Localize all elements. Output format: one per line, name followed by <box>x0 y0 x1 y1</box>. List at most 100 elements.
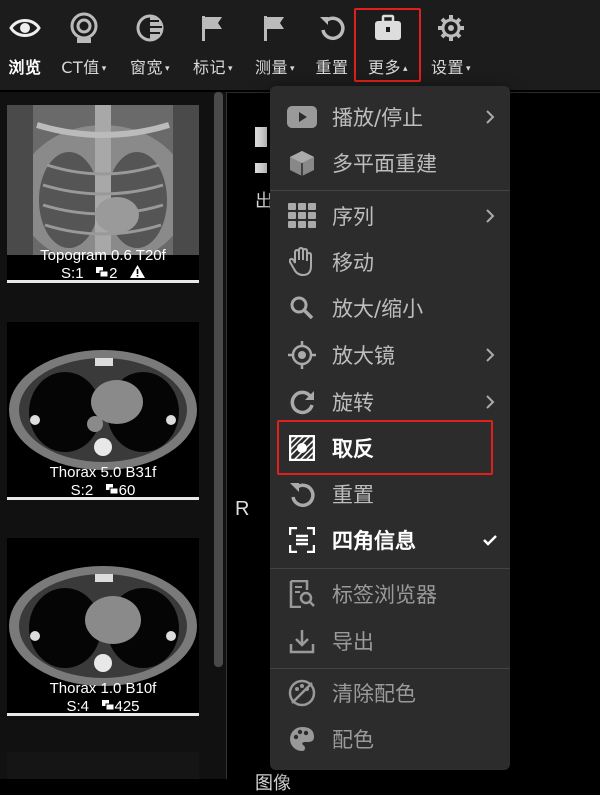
toolbar-reset-label: 重置 <box>315 58 349 77</box>
menu-item-color[interactable]: 配色 <box>270 716 510 762</box>
menu-item-label: 序列 <box>332 205 374 229</box>
chevron-right-icon <box>486 395 495 409</box>
corner-info-text: 图像 <box>255 773 291 794</box>
series-thumbnail[interactable] <box>7 752 199 779</box>
palette-icon <box>286 724 318 754</box>
caret-down-icon: ▾ <box>164 64 171 74</box>
export-icon <box>286 626 318 656</box>
toolbar-measure-label: 测量 <box>254 58 288 77</box>
menu-item-label: 播放/停止 <box>332 106 424 130</box>
toolbar-more-label: 更多 <box>367 58 401 77</box>
eye-icon <box>8 11 42 45</box>
menu-item-label: 多平面重建 <box>332 152 437 176</box>
chevron-right-icon <box>486 209 495 223</box>
caret-down-icon: ▾ <box>289 64 296 74</box>
series-load-bar <box>7 497 199 500</box>
tag-browser-icon <box>286 579 318 609</box>
reset-icon <box>286 479 318 509</box>
toolbar-more-button[interactable]: 更多 ▴ <box>360 0 416 90</box>
toolbar: 浏览 CT值 ▾ 窗宽 ▾ 标记 ▾ 测量 ▾ 重置 更多 ▴ 设置 ▾ <box>0 0 600 90</box>
corner-info-text <box>255 163 267 173</box>
corner-info-text <box>255 127 267 147</box>
flag-icon <box>196 11 230 45</box>
caret-down-icon: ▾ <box>227 64 234 74</box>
series-name: Thorax 5.0 B31f <box>49 464 157 481</box>
toolbar-settings-button[interactable]: 设置 ▾ <box>426 0 476 90</box>
menu-divider <box>270 568 510 569</box>
menu-item-tag-browser[interactable]: 标签浏览器 <box>270 571 510 617</box>
menu-item-pan[interactable]: 移动 <box>270 239 510 285</box>
menu-item-clear-color[interactable]: 清除配色 <box>270 670 510 716</box>
flag-measure-icon <box>258 11 292 45</box>
series-load-bar <box>7 280 199 283</box>
menu-item-label: 配色 <box>332 728 374 752</box>
menu-item-invert[interactable]: 取反 <box>270 425 510 471</box>
probe-icon <box>67 11 101 45</box>
menu-item-series[interactable]: 序列 <box>270 193 510 239</box>
series-name: Thorax 1.0 B10f <box>49 680 157 697</box>
menu-item-corner-info[interactable]: 四角信息 <box>270 517 510 563</box>
rotate-icon <box>286 387 318 417</box>
invert-icon <box>286 433 318 463</box>
menu-item-zoom[interactable]: 放大/缩小 <box>270 285 510 331</box>
series-thumbnail[interactable]: Thorax 5.0 B31f S:2 60 <box>7 322 199 500</box>
toolbar-ct-value-label: CT值 <box>61 58 100 77</box>
reset-icon <box>315 11 349 45</box>
toolbox-icon <box>371 11 405 45</box>
toolbar-settings-label: 设置 <box>430 58 464 77</box>
palette-clear-icon <box>286 678 318 708</box>
magnify-icon <box>286 293 318 323</box>
hand-icon <box>286 247 318 277</box>
menu-item-rotate[interactable]: 旋转 <box>270 379 510 425</box>
menu-item-label: 导出 <box>332 630 374 654</box>
menu-item-label: 清除配色 <box>332 682 416 706</box>
toolbar-window-button[interactable]: 窗宽 ▾ <box>122 0 178 90</box>
series-panel: Topogram 0.6 T20f S:1 2 Thorax 5.0 B31f … <box>0 92 226 779</box>
menu-item-label: 旋转 <box>332 391 374 415</box>
caret-up-icon: ▴ <box>402 64 409 74</box>
chevron-right-icon <box>486 110 495 124</box>
ct-axial-image <box>7 538 199 688</box>
toolbar-measure-button[interactable]: 测量 ▾ <box>248 0 302 90</box>
caret-down-icon: ▾ <box>101 64 107 74</box>
menu-item-label: 移动 <box>332 251 374 275</box>
more-dropdown-menu: 播放/停止 多平面重建 序列 移动 放大/缩小 放大镜 旋转 取反 重置 四角信… <box>270 86 510 770</box>
grid-icon <box>286 201 318 231</box>
toolbar-mark-label: 标记 <box>192 58 226 77</box>
menu-item-label: 重置 <box>332 483 374 507</box>
toolbar-browse-button[interactable]: 浏览 <box>4 0 46 90</box>
chevron-right-icon <box>486 348 495 362</box>
caret-down-icon: ▾ <box>465 64 472 74</box>
menu-item-reset[interactable]: 重置 <box>270 471 510 517</box>
series-thumbnail[interactable]: Topogram 0.6 T20f S:1 2 <box>7 105 199 283</box>
menu-item-play-stop[interactable]: 播放/停止 <box>270 94 510 140</box>
menu-item-mpr[interactable]: 多平面重建 <box>270 140 510 186</box>
series-name: Topogram 0.6 T20f <box>40 247 166 264</box>
toolbar-browse-label: 浏览 <box>8 58 42 77</box>
menu-item-label: 取反 <box>332 437 374 461</box>
menu-item-label: 放大镜 <box>332 344 395 368</box>
topogram-image <box>7 105 199 255</box>
menu-item-export[interactable]: 导出 <box>270 618 510 664</box>
series-thumbnail[interactable]: Thorax 1.0 B10f S:4 425 <box>7 538 199 716</box>
menu-divider <box>270 190 510 191</box>
contrast-icon <box>133 11 167 45</box>
menu-item-label: 放大/缩小 <box>332 297 424 321</box>
ct-axial-image <box>7 322 199 472</box>
toolbar-window-label: 窗宽 <box>129 58 163 77</box>
menu-item-label: 标签浏览器 <box>332 583 437 607</box>
target-icon <box>286 340 318 370</box>
gear-icon <box>434 11 468 45</box>
cube-icon <box>286 148 318 178</box>
orientation-marker-left: R <box>235 498 250 520</box>
check-icon <box>483 535 497 546</box>
play-icon <box>286 102 318 132</box>
corner-info-icon <box>286 525 318 555</box>
menu-divider <box>270 668 510 669</box>
series-scrollbar[interactable] <box>214 92 223 667</box>
menu-item-label: 四角信息 <box>332 529 416 553</box>
menu-item-magnifier[interactable]: 放大镜 <box>270 332 510 378</box>
toolbar-reset-button[interactable]: 重置 <box>312 0 352 90</box>
toolbar-ct-value-button[interactable]: CT值 ▾ <box>54 0 114 90</box>
toolbar-mark-button[interactable]: 标记 ▾ <box>186 0 240 90</box>
